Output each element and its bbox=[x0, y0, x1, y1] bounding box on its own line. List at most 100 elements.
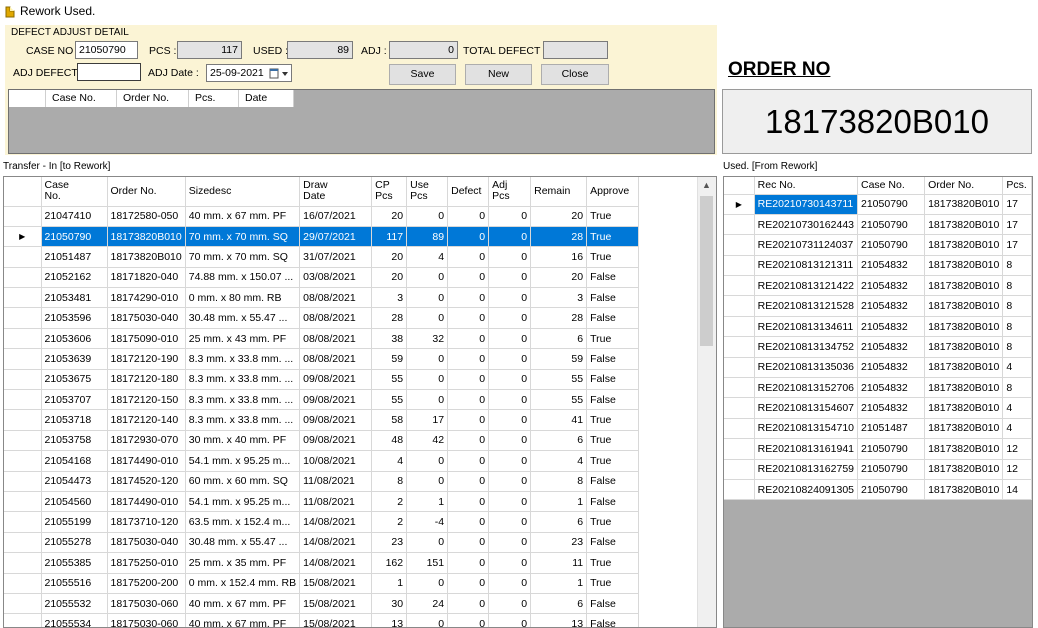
table-cell[interactable]: 8.3 mm. x 33.8 mm. ... bbox=[185, 348, 301, 370]
table-cell[interactable]: 21053606 bbox=[41, 328, 108, 350]
table-cell[interactable]: 24 bbox=[406, 593, 449, 615]
column-header[interactable]: Order No. bbox=[107, 177, 186, 207]
table-cell[interactable]: 0 bbox=[488, 552, 532, 574]
table-row[interactable]: 21047410 18172580-050 40 mm. x 67 mm. PF 16… bbox=[4, 206, 640, 227]
table-cell[interactable]: 21055534 bbox=[41, 613, 108, 627]
table-cell[interactable]: 0 bbox=[406, 369, 449, 391]
row-header-cell[interactable] bbox=[4, 328, 42, 350]
table-cell[interactable]: 89 bbox=[406, 226, 449, 248]
table-cell[interactable]: 0 bbox=[406, 206, 449, 227]
table-cell[interactable]: 63.5 mm. x 152.4 m... bbox=[185, 511, 301, 533]
table-cell[interactable]: False bbox=[586, 532, 640, 554]
table-cell[interactable]: 70 mm. x 70 mm. SQ bbox=[185, 226, 301, 248]
table-cell[interactable]: 21055199 bbox=[41, 511, 108, 533]
table-cell[interactable]: 21054560 bbox=[41, 491, 108, 513]
row-header-cell[interactable] bbox=[4, 206, 42, 227]
table-cell[interactable]: 42 bbox=[406, 430, 449, 452]
row-header-cell[interactable] bbox=[4, 246, 42, 268]
table-cell[interactable]: 3 bbox=[530, 287, 588, 309]
table-cell[interactable]: False bbox=[586, 613, 640, 627]
table-cell[interactable]: 03/08/2021 bbox=[299, 267, 373, 289]
row-header-cell[interactable] bbox=[4, 389, 42, 411]
table-cell[interactable]: 21053639 bbox=[41, 348, 108, 370]
table-cell[interactable]: 21054832 bbox=[857, 275, 926, 297]
table-row[interactable]: RE20210813121311 21054832 18173820B010 8 bbox=[724, 255, 1032, 277]
table-cell[interactable]: 40 mm. x 67 mm. PF bbox=[185, 593, 301, 615]
table-cell[interactable]: 21053707 bbox=[41, 389, 108, 411]
table-cell[interactable]: False bbox=[586, 471, 640, 492]
table-cell[interactable]: 21050790 bbox=[857, 479, 926, 501]
used-grid[interactable]: Rec No. Case No. Order No. Pcs. ▶ RE20210730… bbox=[723, 176, 1033, 628]
table-cell[interactable]: 40 mm. x 67 mm. PF bbox=[185, 613, 301, 627]
table-row[interactable]: 21055199 18173710-120 63.5 mm. x 152.4 m..… bbox=[4, 511, 640, 533]
table-cell[interactable]: 4 bbox=[406, 246, 449, 268]
table-cell[interactable]: 12 bbox=[1002, 459, 1032, 480]
table-cell[interactable]: 0 bbox=[488, 532, 532, 554]
table-cell[interactable]: 21054832 bbox=[857, 397, 926, 419]
table-cell[interactable]: 21054832 bbox=[857, 357, 926, 379]
table-cell[interactable]: 21050790 bbox=[857, 459, 926, 480]
table-cell[interactable]: 18175030-040 bbox=[107, 307, 186, 329]
table-cell[interactable]: 18174290-010 bbox=[107, 287, 186, 309]
pcs-field[interactable]: 117 bbox=[177, 41, 242, 59]
table-cell[interactable]: 18173820B010 bbox=[924, 418, 1004, 440]
table-cell[interactable]: 18173710-120 bbox=[107, 511, 186, 533]
table-cell[interactable]: 0 bbox=[406, 389, 449, 411]
table-cell[interactable]: 18173820B010 bbox=[924, 275, 1004, 297]
table-cell[interactable]: 59 bbox=[371, 348, 408, 370]
table-row[interactable]: RE20210731124037 21050790 18173820B010 17 bbox=[724, 234, 1032, 256]
table-row[interactable]: 21053606 18175090-010 25 mm. x 43 mm. PF 08… bbox=[4, 328, 640, 350]
table-cell[interactable]: 18175030-060 bbox=[107, 613, 186, 627]
table-cell[interactable]: 1 bbox=[530, 491, 588, 513]
table-cell[interactable]: RE20210813152706 bbox=[754, 377, 859, 399]
column-header[interactable]: Order No. bbox=[924, 177, 1004, 195]
table-cell[interactable]: 0 bbox=[447, 613, 490, 627]
table-cell[interactable]: 4 bbox=[530, 450, 588, 472]
table-cell[interactable]: 18172580-050 bbox=[107, 206, 186, 227]
table-cell[interactable]: 18175200-200 bbox=[107, 573, 186, 594]
case-no-field[interactable]: 21050790 bbox=[75, 41, 138, 59]
table-cell[interactable]: 09/08/2021 bbox=[299, 389, 373, 411]
column-header[interactable]: Sizedesc bbox=[185, 177, 301, 207]
table-cell[interactable]: True bbox=[586, 409, 640, 431]
calendar-dropdown-icon[interactable] bbox=[267, 66, 292, 82]
table-cell[interactable]: 21053758 bbox=[41, 430, 108, 452]
table-cell[interactable]: 1 bbox=[406, 491, 449, 513]
table-cell[interactable]: 21053675 bbox=[41, 369, 108, 391]
table-cell[interactable]: 28 bbox=[530, 307, 588, 329]
table-cell[interactable]: 8 bbox=[1002, 275, 1032, 297]
table-cell[interactable]: 17 bbox=[1002, 194, 1032, 215]
table-cell[interactable]: 0 bbox=[406, 348, 449, 370]
table-cell[interactable]: 74.88 mm. x 150.07 ... bbox=[185, 267, 301, 289]
table-cell[interactable]: 23 bbox=[530, 532, 588, 554]
table-cell[interactable]: 08/08/2021 bbox=[299, 307, 373, 329]
row-header-cell[interactable] bbox=[4, 532, 42, 554]
table-cell[interactable]: 6 bbox=[530, 593, 588, 615]
row-header-cell[interactable] bbox=[724, 418, 755, 440]
table-cell[interactable]: 21055516 bbox=[41, 573, 108, 594]
current-row-arrow-icon[interactable]: ▶ bbox=[724, 194, 755, 215]
row-header-cell[interactable] bbox=[4, 552, 42, 574]
table-cell[interactable]: 55 bbox=[530, 369, 588, 391]
table-cell[interactable]: 54.1 mm. x 95.25 m... bbox=[185, 450, 301, 472]
table-cell[interactable]: 8 bbox=[1002, 295, 1032, 317]
table-row[interactable]: 21054473 18174520-120 60 mm. x 60 mm. SQ 11… bbox=[4, 471, 640, 492]
table-row[interactable]: RE20210813161941 21050790 18173820B010 12 bbox=[724, 438, 1032, 460]
table-cell[interactable]: True bbox=[586, 226, 640, 248]
row-header-cell[interactable] bbox=[4, 471, 42, 492]
table-cell[interactable]: 30.48 mm. x 55.47 ... bbox=[185, 307, 301, 329]
table-cell[interactable]: 09/08/2021 bbox=[299, 430, 373, 452]
table-cell[interactable]: 20 bbox=[371, 246, 408, 268]
table-cell[interactable]: 0 bbox=[447, 450, 490, 472]
table-cell[interactable]: 17 bbox=[1002, 234, 1032, 256]
table-cell[interactable]: 09/08/2021 bbox=[299, 369, 373, 391]
table-cell[interactable]: 28 bbox=[530, 226, 588, 248]
table-cell[interactable]: 13 bbox=[371, 613, 408, 627]
table-row[interactable]: 21053758 18172930-070 30 mm. x 40 mm. PF 09… bbox=[4, 430, 640, 452]
table-cell[interactable]: 0 mm. x 152.4 mm. RB bbox=[185, 573, 301, 594]
table-cell[interactable]: 0 bbox=[488, 430, 532, 452]
table-cell[interactable]: 11/08/2021 bbox=[299, 491, 373, 513]
table-cell[interactable]: True bbox=[586, 328, 640, 350]
row-header-cell[interactable] bbox=[4, 573, 42, 594]
table-cell[interactable]: 08/08/2021 bbox=[299, 328, 373, 350]
